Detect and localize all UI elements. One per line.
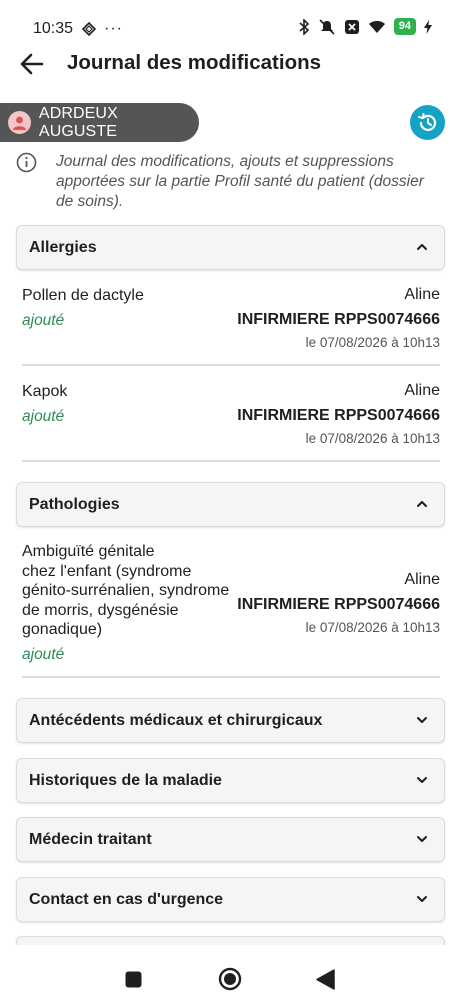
square-icon (125, 971, 142, 988)
chevron-up-icon (417, 501, 427, 507)
section-title: Contact en cas d'urgence (29, 890, 224, 908)
section-title: Médecin traitant (29, 830, 152, 848)
entry-name-line: génito-surrénalien, syndrome (22, 582, 230, 599)
divider (22, 364, 440, 366)
entry-date: le 07/08/2026 à 10h13 (305, 431, 440, 446)
home-circle-icon (218, 967, 242, 991)
triangle-back-icon (316, 969, 335, 990)
recents-button[interactable] (125, 971, 142, 988)
entry-name-line: chez l'enfant (syndrome (22, 562, 192, 580)
status-left-icons: ··· (82, 20, 123, 38)
entry-date: le 07/08/2026 à 10h13 (305, 620, 440, 635)
page-title: Journal des modifications (67, 51, 322, 74)
divider (22, 676, 440, 678)
section-medecin[interactable]: Médecin traitant (16, 817, 445, 862)
section-allergies[interactable]: Allergies (16, 225, 445, 270)
back-nav-button[interactable] (316, 969, 335, 990)
history-icon (417, 112, 436, 131)
patient-chip[interactable]: ADRDEUX AUGUSTE (0, 103, 199, 142)
section-title: Allergies (29, 238, 97, 256)
entry-status: ajouté (22, 312, 65, 329)
entry-role: INFIRMIERE RPPS0074666 (237, 407, 440, 424)
chevron-down-icon (417, 836, 427, 842)
chevron-up-icon (417, 244, 427, 250)
entry-name: Kapok (22, 383, 68, 400)
avatar (8, 111, 31, 134)
section-title: Historiques de la maladie (29, 771, 222, 789)
status-right-icons: 94 (298, 18, 432, 35)
home-button[interactable] (218, 967, 242, 991)
arrow-left-icon (20, 53, 44, 75)
entry-name-line: de morris, dysgénésie (22, 601, 179, 619)
section-title: Antécédents médicaux et chirurgicaux (29, 711, 323, 729)
charging-icon (424, 19, 432, 34)
list-item: Ambiguïté génitale chez l'enfant (syndro… (22, 542, 440, 670)
entry-role: INFIRMIERE RPPS0074666 (237, 596, 440, 613)
entry-author: Aline (404, 286, 440, 303)
section-contact[interactable]: Contact en cas d'urgence (16, 877, 445, 922)
entry-name-line: Ambiguïté génitale (22, 543, 155, 560)
history-button[interactable] (410, 105, 445, 140)
entry-name: Ambiguïté génitale chez l'enfant (syndro… (22, 542, 229, 640)
entry-status: ajouté (22, 408, 65, 425)
divider (22, 460, 440, 462)
chevron-down-icon (417, 896, 427, 902)
more-notifications-icon: ··· (104, 20, 123, 37)
entry-name: Pollen de dactyle (22, 287, 144, 304)
entry-author: Aline (404, 382, 440, 399)
entry-author: Aline (404, 571, 440, 588)
section-historiques[interactable]: Historiques de la maladie (16, 758, 445, 803)
bluetooth-icon (299, 18, 309, 35)
entry-role: INFIRMIERE RPPS0074666 (237, 311, 440, 328)
patient-name: ADRDEUX AUGUSTE (38, 104, 118, 140)
status-time: 10:35 (33, 20, 74, 37)
chevron-down-icon (417, 717, 427, 723)
silent-mode-icon (319, 18, 335, 35)
data-off-icon (344, 19, 359, 34)
chevron-down-icon (417, 777, 427, 783)
back-button[interactable] (18, 50, 46, 78)
app-header: Journal des modifications (0, 40, 462, 88)
wifi-icon (368, 20, 385, 33)
person-icon (12, 116, 26, 130)
system-nav-bar (0, 945, 462, 1007)
info-icon (16, 152, 37, 173)
battery-level: 94 (393, 18, 416, 35)
section-antecedents[interactable]: Antécédents médicaux et chirurgicaux (16, 698, 445, 743)
list-item: Pollen de dactyle ajouté Aline INFIRMIER… (22, 286, 440, 356)
list-item: Kapok ajouté Aline INFIRMIERE RPPS007466… (22, 382, 440, 452)
section-pathologies[interactable]: Pathologies (16, 482, 445, 527)
section-title: Pathologies (29, 495, 120, 513)
entry-date: le 07/08/2026 à 10h13 (305, 335, 440, 350)
info-text: Journal des modifications, ajouts et sup… (56, 153, 424, 210)
entry-status: ajouté (22, 646, 65, 663)
entry-name-line: gonadique) (22, 621, 103, 638)
app-notification-icon (82, 22, 96, 36)
